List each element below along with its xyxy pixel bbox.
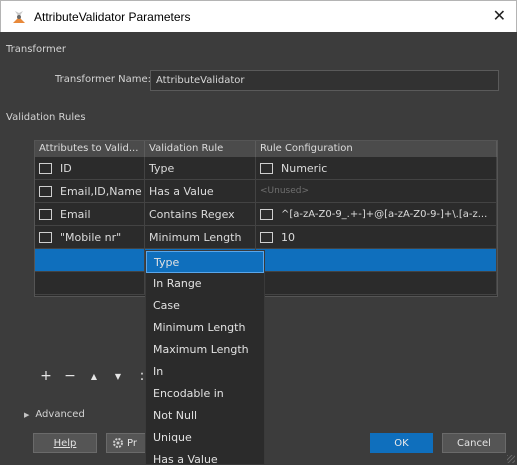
column-header-config[interactable]: Rule Configuration <box>256 141 497 157</box>
table-header: Attributes to Valid... Validation Rule R… <box>35 141 497 157</box>
table-row[interactable]: "Mobile nr" Minimum Length 10 <box>35 226 497 249</box>
dropdown-option-case[interactable]: Case <box>146 295 264 317</box>
advanced-label: Advanced <box>35 409 85 420</box>
config-text: 10 <box>281 230 295 244</box>
cancel-button[interactable]: Cancel <box>442 433 506 453</box>
validation-rules-section-label: Validation Rules <box>6 112 86 123</box>
ok-button[interactable]: OK <box>370 433 433 453</box>
add-row-button[interactable]: + <box>40 368 52 384</box>
dropdown-option-maximum-length[interactable]: Maximum Length <box>146 339 264 361</box>
rule-cell[interactable]: Minimum Length <box>145 226 256 248</box>
config-cell[interactable] <box>256 249 497 271</box>
move-up-button[interactable]: ▲ <box>88 372 100 381</box>
rule-cell[interactable]: Contains Regex <box>145 203 256 225</box>
dropdown-option-minimum-length[interactable]: Minimum Length <box>146 317 264 339</box>
presets-label: Pr <box>127 437 137 449</box>
attributes-cell[interactable] <box>35 272 145 294</box>
dropdown-option-not-null[interactable]: Not Null <box>146 405 264 427</box>
attributes-text: "Mobile nr" <box>60 230 122 244</box>
dropdown-option-has-a-value[interactable]: Has a Value <box>146 449 264 464</box>
config-cell[interactable]: <Unused> <box>256 180 497 202</box>
checkbox[interactable] <box>260 162 273 174</box>
attributes-text: Email,ID,Name <box>60 184 142 198</box>
attributes-cell[interactable]: ID <box>35 157 145 179</box>
validation-rules-table: Attributes to Valid... Validation Rule R… <box>34 140 498 297</box>
checkbox[interactable] <box>39 185 52 197</box>
attributes-cell[interactable]: "Mobile nr" <box>35 226 145 248</box>
close-icon[interactable]: ✕ <box>493 7 506 25</box>
checkbox[interactable] <box>39 208 52 220</box>
checkbox[interactable] <box>260 208 273 220</box>
transformer-section-label: Transformer <box>6 44 67 55</box>
attributes-cell[interactable]: Email <box>35 203 145 225</box>
config-cell[interactable]: Numeric <box>256 157 497 179</box>
dropdown-option-encodable-in[interactable]: Encodable in <box>146 383 264 405</box>
column-header-attributes[interactable]: Attributes to Valid... <box>35 141 145 157</box>
gear-icon <box>113 438 123 448</box>
advanced-section[interactable]: ▶ Advanced <box>24 409 85 420</box>
move-down-button[interactable]: ▼ <box>112 372 124 381</box>
config-text: Numeric <box>281 161 328 175</box>
table-row[interactable]: Email Contains Regex ^[a-zA-Z0-9_.+-]+@[… <box>35 203 497 226</box>
remove-row-button[interactable]: − <box>64 368 76 384</box>
attributes-text: ID <box>60 161 72 175</box>
config-text: ^[a-zA-Z0-9_.+-]+@[a-zA-Z0-9-]+\.[a-z... <box>281 208 488 220</box>
config-cell[interactable]: ^[a-zA-Z0-9_.+-]+@[a-zA-Z0-9-]+\.[a-z... <box>256 203 497 225</box>
presets-button[interactable]: Pr <box>106 433 146 453</box>
checkbox[interactable] <box>39 162 52 174</box>
attributes-cell[interactable]: Email,ID,Name <box>35 180 145 202</box>
attributes-cell[interactable] <box>35 249 145 271</box>
help-button[interactable]: Help <box>33 433 97 453</box>
checkbox[interactable] <box>39 231 52 243</box>
resize-grip-icon[interactable] <box>507 455 515 463</box>
fme-transformer-icon <box>13 10 25 23</box>
dropdown-option-in-range[interactable]: In Range <box>146 273 264 295</box>
rule-cell[interactable]: Type <box>145 157 256 179</box>
dropdown-option-type[interactable]: Type <box>146 251 264 273</box>
dropdown-option-unique[interactable]: Unique <box>146 427 264 449</box>
transformer-name-row: Transformer Name: AttributeValidator <box>0 70 517 91</box>
window-title: AttributeValidator Parameters <box>34 9 191 24</box>
config-cell[interactable] <box>256 272 497 294</box>
dropdown-option-in[interactable]: In <box>146 361 264 383</box>
table-row[interactable] <box>35 272 497 295</box>
table-row[interactable]: ID Type Numeric <box>35 157 497 180</box>
row-toolbar: + − ▲ ▼ : <box>40 368 148 384</box>
transformer-name-label: Transformer Name: <box>55 74 152 85</box>
rule-cell[interactable]: Has a Value <box>145 180 256 202</box>
attributes-text: Email <box>60 207 91 221</box>
checkbox[interactable] <box>260 231 273 243</box>
table-row-selected[interactable] <box>35 249 497 272</box>
config-cell[interactable]: 10 <box>256 226 497 248</box>
title-bar: AttributeValidator Parameters ✕ <box>0 0 517 32</box>
table-row[interactable]: Email,ID,Name Has a Value <Unused> <box>35 180 497 203</box>
column-header-rule[interactable]: Validation Rule <box>145 141 256 157</box>
expand-triangle-icon: ▶ <box>24 411 30 419</box>
transformer-name-input[interactable]: AttributeValidator <box>150 70 499 91</box>
validation-rule-dropdown[interactable]: Type In Range Case Minimum Length Maximu… <box>145 250 265 465</box>
